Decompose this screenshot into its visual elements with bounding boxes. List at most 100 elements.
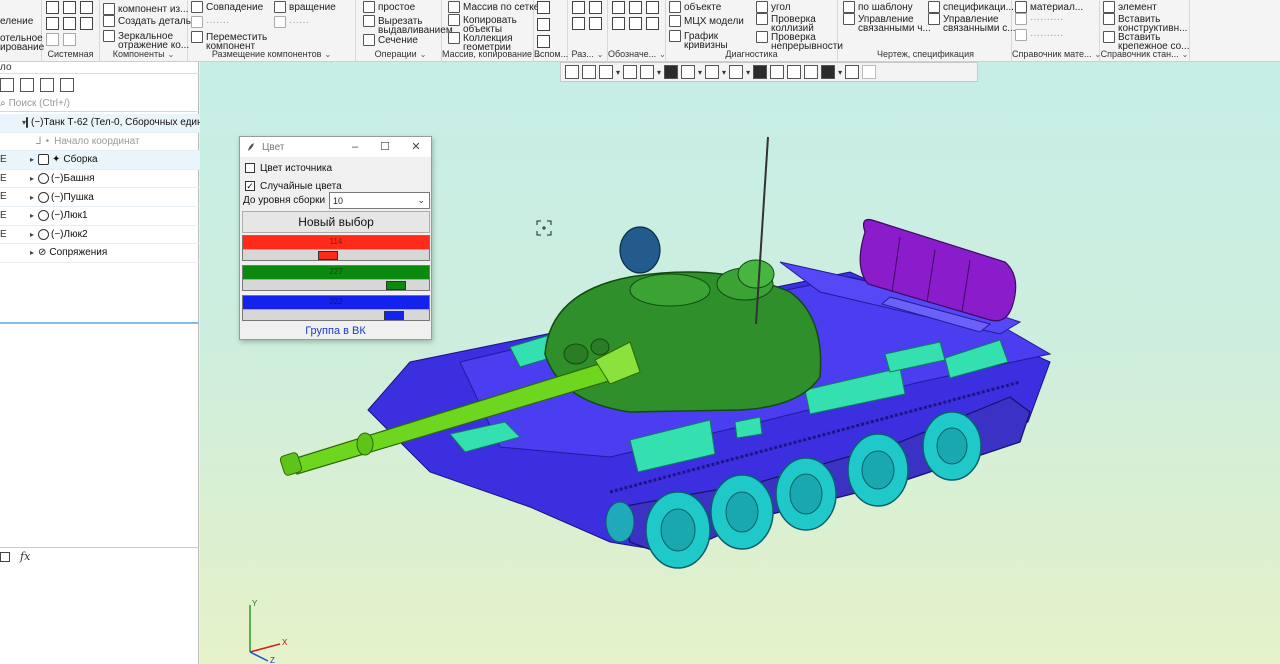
roughness-icon[interactable] (612, 17, 625, 30)
expand-arrow-icon[interactable]: ▸ (30, 211, 38, 220)
red-thumb[interactable] (318, 251, 338, 260)
tree-node-turret[interactable]: E ▸ (−)Башня (0, 170, 199, 189)
disabled-item: ·········· (1015, 28, 1063, 42)
fx-icon[interactable]: fx (20, 550, 30, 563)
axis-icon[interactable] (537, 18, 550, 31)
blue-slider[interactable]: 222 (242, 295, 430, 321)
maximize-icon[interactable]: ☐ (378, 140, 392, 154)
disabled-item: ······· (191, 15, 229, 29)
properties-icon[interactable] (80, 17, 93, 30)
tree-node-root[interactable]: ▾ (−)Танк Т-62 (Тел-0, Сборочных единиц (0, 114, 214, 133)
tree-structure-icon[interactable] (0, 78, 14, 92)
red-slider[interactable]: 114 (242, 235, 430, 261)
rotate-button[interactable]: вращение (274, 0, 336, 14)
point-icon[interactable] (537, 35, 550, 48)
expand-arrow-icon[interactable]: ▸ (30, 230, 38, 239)
tree-node-gun[interactable]: E ▸ (−)Пушка (0, 188, 199, 207)
ribbon-group-label: Вспом... (534, 49, 569, 59)
undo-icon[interactable] (46, 33, 59, 46)
green-thumb[interactable] (386, 281, 406, 290)
notation-icons-1 (612, 1, 659, 14)
expand-arrow-icon[interactable]: ▸ (30, 155, 38, 164)
feather-icon (248, 143, 254, 151)
manage-linked-specs-label-2: связанными с... (943, 22, 1016, 34)
grid-pattern-button[interactable]: Массив по сетке (448, 0, 539, 14)
save-icon[interactable] (80, 1, 93, 14)
ribbon-group-notation: Обозначе... ⌄ (608, 0, 666, 62)
ribbon-group-label: Справочник мате... ⌄ (1012, 49, 1102, 59)
open-hatch (619, 226, 661, 274)
info-icon (669, 1, 681, 13)
coincidence-icon (191, 1, 203, 13)
part-icon (38, 210, 49, 222)
plane-icon[interactable] (537, 1, 550, 14)
section-button[interactable]: Сечение (363, 33, 418, 47)
chain-icon[interactable] (629, 1, 642, 14)
object-info-button[interactable]: объекте (669, 0, 721, 14)
road-wheel (847, 433, 909, 507)
ribbon-group-0: еление отельное ирование (0, 0, 44, 62)
mirror-icon (103, 30, 115, 42)
tree-node-hatch2[interactable]: E ▸ (−)Люк2 (0, 226, 199, 245)
curvature-icon (669, 30, 681, 42)
copy-icon[interactable] (46, 17, 59, 30)
tree-settings-icon[interactable] (60, 78, 74, 92)
model-tree: ▾ (−)Танк Т-62 (Тел-0, Сборочных единиц … (0, 114, 214, 263)
random-colors-option[interactable]: ✓ Случайные цвета (245, 179, 342, 193)
dialog-titlebar[interactable]: Цвет – ☐ ✕ (240, 137, 431, 157)
green-value: 227 (329, 267, 343, 276)
blue-trough[interactable] (243, 309, 429, 320)
tree-node-assembly[interactable]: E ▸ ✦ Сборка (0, 151, 199, 170)
search-icon: ⌕ (0, 98, 6, 109)
coincidence-button[interactable]: Совпадение (191, 0, 263, 14)
ribbon-group-label: Чертеж, спецификация (877, 49, 974, 59)
expand-arrow-icon[interactable]: ▸ (30, 248, 38, 257)
paste-icon[interactable] (63, 17, 76, 30)
diameter-icon[interactable] (589, 17, 602, 30)
ribbon-group-placement: Совпадение ······· Переместить компонент… (188, 0, 356, 62)
close-icon[interactable]: ✕ (409, 140, 423, 154)
tree-node-origin[interactable]: ⅃ • Начало координат (0, 133, 199, 152)
app-window: еление отельное ирование Системная компо… (0, 0, 1280, 664)
label-icon[interactable] (629, 17, 642, 30)
tree-view-icon[interactable] (40, 78, 54, 92)
open-icon[interactable] (63, 1, 76, 14)
ribbon-group-components: компонент из... Создать деталь Зеркально… (100, 0, 191, 62)
ribbon-item[interactable]: ирование (0, 40, 44, 54)
expand-arrow-icon[interactable]: ▸ (30, 174, 38, 183)
new-doc-icon[interactable] (46, 1, 59, 14)
tree-node-mates[interactable]: ▸ ⊘ Сопряжения (0, 244, 199, 263)
angle-dimension-icon[interactable] (589, 1, 602, 14)
source-color-checkbox[interactable] (245, 163, 255, 173)
expand-arrow-icon[interactable]: ▸ (30, 193, 38, 202)
part-icon (38, 191, 49, 203)
table-icon[interactable] (0, 551, 10, 562)
create-part-button[interactable]: Создать деталь (103, 14, 191, 28)
redo-icon[interactable] (63, 33, 76, 46)
blue-thumb[interactable] (384, 311, 404, 320)
cross-icon[interactable] (646, 1, 659, 14)
vk-group-link[interactable]: Группа в ВК (240, 325, 431, 337)
tree-filter-icon[interactable] (20, 78, 34, 92)
radius-icon[interactable] (572, 17, 585, 30)
minimize-icon[interactable]: – (348, 140, 362, 154)
green-trough[interactable] (243, 279, 429, 290)
dimension-icon[interactable] (572, 1, 585, 14)
tree-node-hatch1[interactable]: E ▸ (−)Люк1 (0, 207, 199, 226)
axis-z-label: Z (270, 656, 275, 664)
mass-properties-button[interactable]: МЦХ модели (669, 14, 744, 28)
text-icon[interactable] (646, 17, 659, 30)
collision-icon (756, 13, 768, 25)
source-color-option[interactable]: Цвет источника (245, 161, 332, 175)
red-trough[interactable] (243, 249, 429, 260)
new-choice-button[interactable]: Новый выбор (242, 211, 430, 233)
level-select[interactable]: 10 ⌄ (329, 192, 430, 209)
move-icon (191, 31, 203, 43)
extrude-button[interactable]: простое (363, 0, 415, 14)
random-colors-checkbox[interactable]: ✓ (245, 181, 255, 191)
ribbon-item[interactable]: еление (0, 14, 33, 28)
green-slider[interactable]: 227 (242, 265, 430, 291)
tree-search-input[interactable]: ⌕ Поиск (Ctrl+/) (0, 96, 197, 112)
drawing-link-icon (843, 13, 855, 25)
pen-icon[interactable] (612, 1, 625, 14)
